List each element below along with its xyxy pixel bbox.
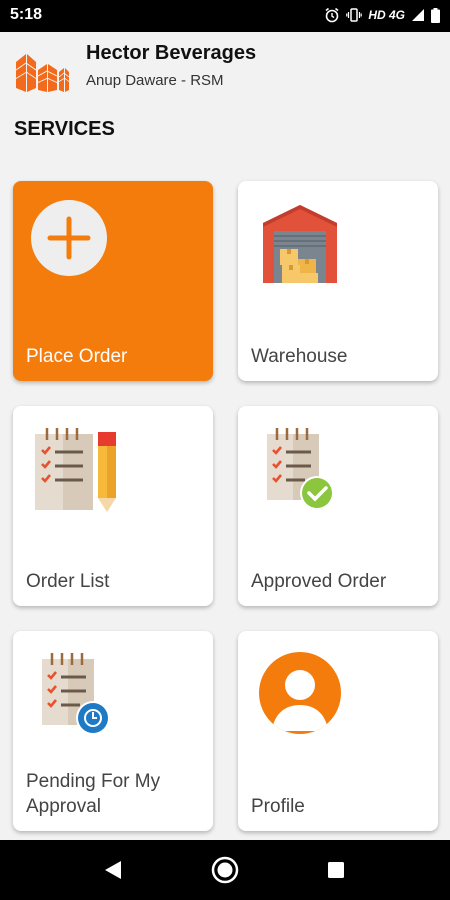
status-time: 5:18	[10, 6, 43, 23]
plus-icon	[31, 200, 107, 276]
company-name: Hector Beverages	[86, 42, 257, 64]
pending-approval-card[interactable]: Pending For My Approval	[13, 631, 213, 831]
place-order-card[interactable]: Place Order	[13, 181, 213, 381]
pending-checklist-icon	[42, 653, 110, 735]
brand-logo-icon	[15, 54, 70, 92]
notepad-pencil-icon	[35, 428, 116, 512]
vibrate-icon	[346, 8, 363, 22]
status-icons: HD 4G	[324, 7, 440, 23]
profile-card[interactable]: Profile	[238, 631, 438, 831]
recent-apps-icon[interactable]	[327, 861, 345, 879]
pending-approval-label: Pending For My Approval	[26, 771, 161, 817]
battery-icon	[431, 7, 440, 23]
network-label: HD 4G	[368, 8, 405, 22]
warehouse-icon	[263, 205, 337, 283]
approved-order-card[interactable]: Approved Order	[238, 406, 438, 606]
section-title: SERVICES	[14, 118, 115, 140]
approved-checklist-icon	[267, 428, 334, 510]
signal-icon	[412, 9, 424, 21]
alarm-icon	[325, 7, 339, 23]
order-list-card[interactable]: Order List	[13, 406, 213, 606]
approved-order-label: Approved Order	[251, 571, 387, 592]
warehouse-label: Warehouse	[251, 346, 348, 367]
place-order-label: Place Order	[26, 346, 128, 367]
order-list-label: Order List	[26, 571, 110, 592]
user-avatar-icon	[259, 652, 341, 734]
profile-label: Profile	[251, 796, 305, 817]
status-bar: 5:18 HD 4G	[0, 0, 450, 32]
back-icon[interactable]	[103, 860, 123, 880]
user-role: Anup Daware - RSM	[86, 72, 224, 89]
warehouse-card[interactable]: Warehouse	[238, 181, 438, 381]
app-header: Hector Beverages Anup Daware - RSM	[0, 40, 450, 100]
system-nav-bar	[0, 840, 450, 900]
home-icon[interactable]	[211, 856, 239, 884]
